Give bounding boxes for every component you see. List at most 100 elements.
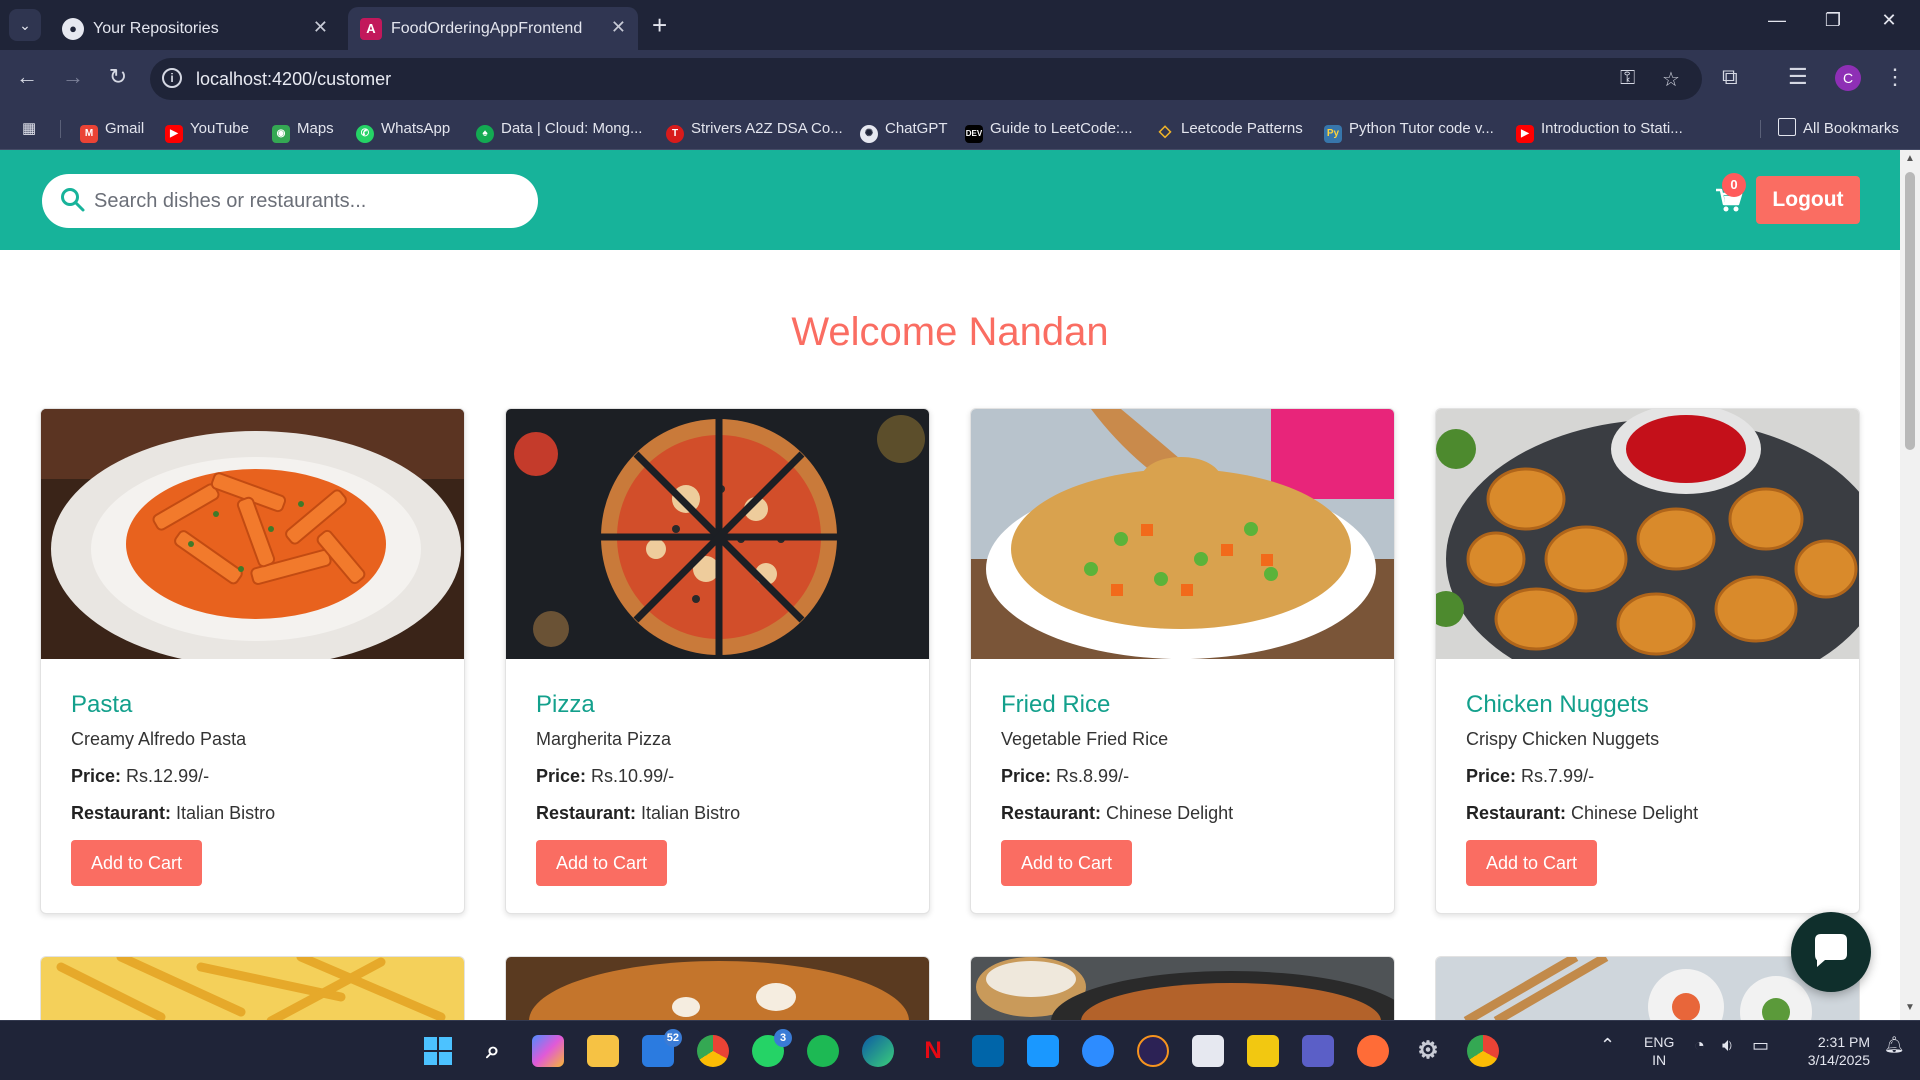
reload-button[interactable]: ↻ [103,64,133,90]
bookmark-chatgpt[interactable]: ✺ ChatGPT [860,117,948,143]
chat-button[interactable] [1791,912,1871,992]
notifications-icon[interactable]: 🔔︎ [1884,1035,1904,1055]
restaurant-label: Restaurant: [71,803,172,823]
password-key-icon[interactable]: ⚿ [1620,67,1635,90]
bookmark-label: Python Tutor code v... [1349,120,1494,137]
strivers-icon: T [666,125,684,143]
clock[interactable]: 2:31 PM 3/14/2025 [1792,1033,1870,1069]
bookmark-youtube[interactable]: ▶ YouTube [165,117,249,143]
edge-icon[interactable] [862,1035,894,1067]
snipping-tool-icon[interactable] [1192,1035,1224,1067]
tab-your-repositories[interactable]: ● Your Repositories ✕ [50,7,340,50]
bookmark-label: YouTube [190,120,249,137]
bookmark-leetcode-patterns[interactable]: ◇ Leetcode Patterns [1156,117,1303,141]
bookmark-gmail[interactable]: M Gmail [80,117,144,143]
page-scrollbar[interactable]: ▲ ▼ [1900,150,1920,1020]
new-tab-button[interactable]: + [652,10,667,41]
add-to-cart-button[interactable]: Add to Cart [1001,840,1132,886]
bookmark-strivers[interactable]: T Strivers A2Z DSA Co... [666,117,843,143]
minimize-button[interactable]: — [1762,10,1792,31]
vscode-icon[interactable] [972,1035,1004,1067]
folder-icon [1778,118,1796,136]
add-to-cart-button[interactable]: Add to Cart [536,840,667,886]
python-icon: Py [1324,125,1342,143]
dish-image-chicken-nuggets [1436,409,1859,659]
netflix-icon[interactable]: N [917,1035,949,1067]
bookmark-maps[interactable]: ◉ Maps [272,117,334,143]
scroll-down-arrow[interactable]: ▼ [1905,1002,1915,1013]
all-bookmarks[interactable]: All Bookmarks [1778,117,1899,141]
search-bar[interactable] [42,174,538,228]
chrome-profile-icon[interactable] [1467,1035,1499,1067]
dish-image-fried-rice [971,409,1394,659]
price-value: Rs.10.99/- [591,766,675,786]
volume-icon[interactable]: 🔉︎ [1722,1035,1733,1056]
tab-search-button[interactable]: ⌄ [9,9,41,41]
close-window-button[interactable]: ✕ [1874,10,1904,31]
logout-button[interactable]: Logout [1756,176,1860,224]
dish-restaurant: Restaurant: Chinese Delight [1466,803,1698,824]
power-bi-icon[interactable] [1247,1035,1279,1067]
wifi-icon[interactable]: ◔ [1694,1035,1705,1056]
youtube-icon: ▶ [1516,125,1534,143]
close-tab-icon[interactable]: ✕ [611,17,626,38]
date-label: 3/14/2025 [1807,1052,1870,1068]
bookmark-label: Data | Cloud: Mong... [501,120,643,137]
dish-name: Pizza [536,691,595,718]
angular-icon: A [360,18,382,40]
zoom-icon[interactable] [1082,1035,1114,1067]
back-button[interactable]: ← [12,64,42,90]
bookmark-whatsapp[interactable]: ✆ WhatsApp [356,117,450,143]
scroll-thumb[interactable] [1905,172,1915,450]
postman-icon[interactable] [1357,1035,1389,1067]
windows-start-icon[interactable] [422,1035,454,1067]
scroll-up-arrow[interactable]: ▲ [1905,153,1915,164]
settings-gear-icon[interactable]: ⚙ [1412,1035,1444,1067]
bookmark-leetcode-guide[interactable]: DEV Guide to LeetCode:... [965,117,1133,143]
teams-icon[interactable] [1302,1035,1334,1067]
prime-video-icon[interactable] [1027,1035,1059,1067]
bookmark-statistics[interactable]: ▶ Introduction to Stati... [1516,117,1683,143]
price-label: Price: [71,766,122,786]
file-explorer-icon[interactable] [587,1035,619,1067]
dish-name: Chicken Nuggets [1466,691,1649,718]
dish-restaurant: Restaurant: Italian Bistro [71,803,275,824]
address-bar[interactable]: i localhost:4200/customer ⚿ ☆ [150,58,1702,100]
copilot-icon[interactable] [532,1035,564,1067]
bookmark-label: Maps [297,120,334,137]
bookmark-mongodb[interactable]: ♠ Data | Cloud: Mong... [476,117,643,143]
site-info-icon[interactable]: i [162,68,182,88]
mail-app-icon[interactable]: 52 [642,1029,682,1067]
apps-grid-icon[interactable]: ▦ [22,117,36,141]
search-input[interactable] [94,184,514,218]
restore-button[interactable]: ❐ [1818,10,1848,31]
tab-food-ordering-app[interactable]: A FoodOrderingAppFrontend ✕ [348,7,638,50]
bookmark-python-tutor[interactable]: Py Python Tutor code v... [1324,117,1494,143]
eclipse-icon[interactable] [1137,1035,1169,1067]
dev-icon: DEV [965,125,983,143]
bookmark-star-icon[interactable]: ☆ [1662,67,1680,92]
forward-button[interactable]: → [58,64,88,90]
profile-avatar[interactable]: C [1835,65,1861,91]
close-tab-icon[interactable]: ✕ [313,17,328,38]
chrome-icon[interactable] [697,1035,729,1067]
language-indicator[interactable]: ENG IN [1644,1033,1674,1069]
language-label: ENG [1644,1034,1675,1050]
dish-card-pasta: Pasta Creamy Alfredo Pasta Price: Rs.12.… [40,408,465,914]
url-text[interactable]: localhost:4200/customer [196,69,391,90]
restaurant-label: Restaurant: [1001,803,1102,823]
show-hidden-icons[interactable]: ⌃ [1600,1035,1615,1056]
extensions-icon[interactable]: ⧉ [1722,64,1738,90]
cart-count-badge: 0 [1722,173,1746,197]
whatsapp-app-icon[interactable]: 3 [752,1029,792,1067]
spotify-icon[interactable] [807,1035,839,1067]
add-to-cart-button[interactable]: Add to Cart [71,840,202,886]
battery-icon[interactable]: ▭ [1752,1035,1769,1056]
bookmark-label: Leetcode Patterns [1181,120,1303,137]
price-label: Price: [1466,766,1517,786]
dish-name: Fried Rice [1001,691,1111,718]
add-to-cart-button[interactable]: Add to Cart [1466,840,1597,886]
menu-dots-icon[interactable]: ⋮ [1884,64,1906,90]
media-controls-icon[interactable]: ☰ [1788,64,1808,90]
search-taskbar-icon[interactable]: ⌕ [477,1035,509,1067]
